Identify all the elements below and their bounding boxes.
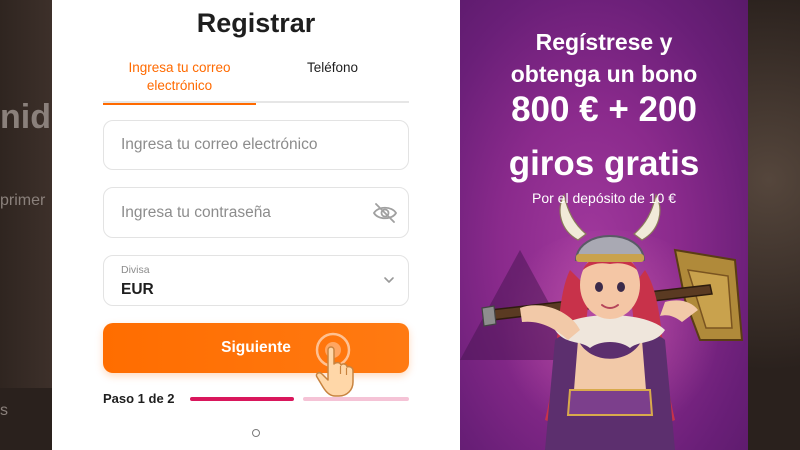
progress-bar-remaining: [303, 397, 409, 401]
currency-select[interactable]: Divisa EUR: [103, 255, 409, 306]
promo-line-2: obtenga un bono: [510, 61, 698, 87]
registration-tabs: Ingresa tu correo electrónico Teléfono: [103, 56, 409, 105]
eye-slash-icon[interactable]: [372, 201, 398, 225]
password-field: [103, 187, 409, 238]
viking-warrior-illustration: [481, 193, 744, 450]
background-heading: nid: [0, 98, 51, 136]
pager-dot: [252, 429, 260, 437]
email-field: [103, 120, 409, 170]
registration-form: Registrar Ingresa tu correo electrónico …: [52, 0, 460, 450]
form-title: Registrar: [196, 8, 316, 38]
currency-value: EUR: [121, 281, 154, 298]
tab-email[interactable]: Ingresa tu correo electrónico: [103, 56, 256, 105]
promo-condition: Por el depósito de 10 €: [532, 190, 676, 206]
promo-free-spins: giros gratis: [508, 144, 700, 183]
step-indicator: Paso 1 de 2: [103, 391, 175, 406]
promo-panel: Regístrese y obtenga un bono 800 € + 200…: [460, 0, 748, 450]
tab-phone[interactable]: Teléfono: [256, 56, 409, 103]
background-right-content: [748, 0, 800, 450]
password-input[interactable]: [121, 204, 361, 222]
next-button[interactable]: Siguiente: [103, 323, 409, 373]
promo-line-1: Regístrese y: [535, 29, 673, 55]
chevron-down-icon: [384, 277, 394, 283]
background-footer-text: s: [0, 402, 8, 419]
currency-label: Divisa: [121, 264, 150, 276]
email-input[interactable]: [121, 136, 361, 154]
progress-bar-completed: [190, 397, 294, 401]
background-left-content: nid primer s: [0, 0, 52, 450]
background-text: primer: [0, 192, 46, 209]
promo-bonus-amount: 800 € + 200: [511, 90, 697, 129]
